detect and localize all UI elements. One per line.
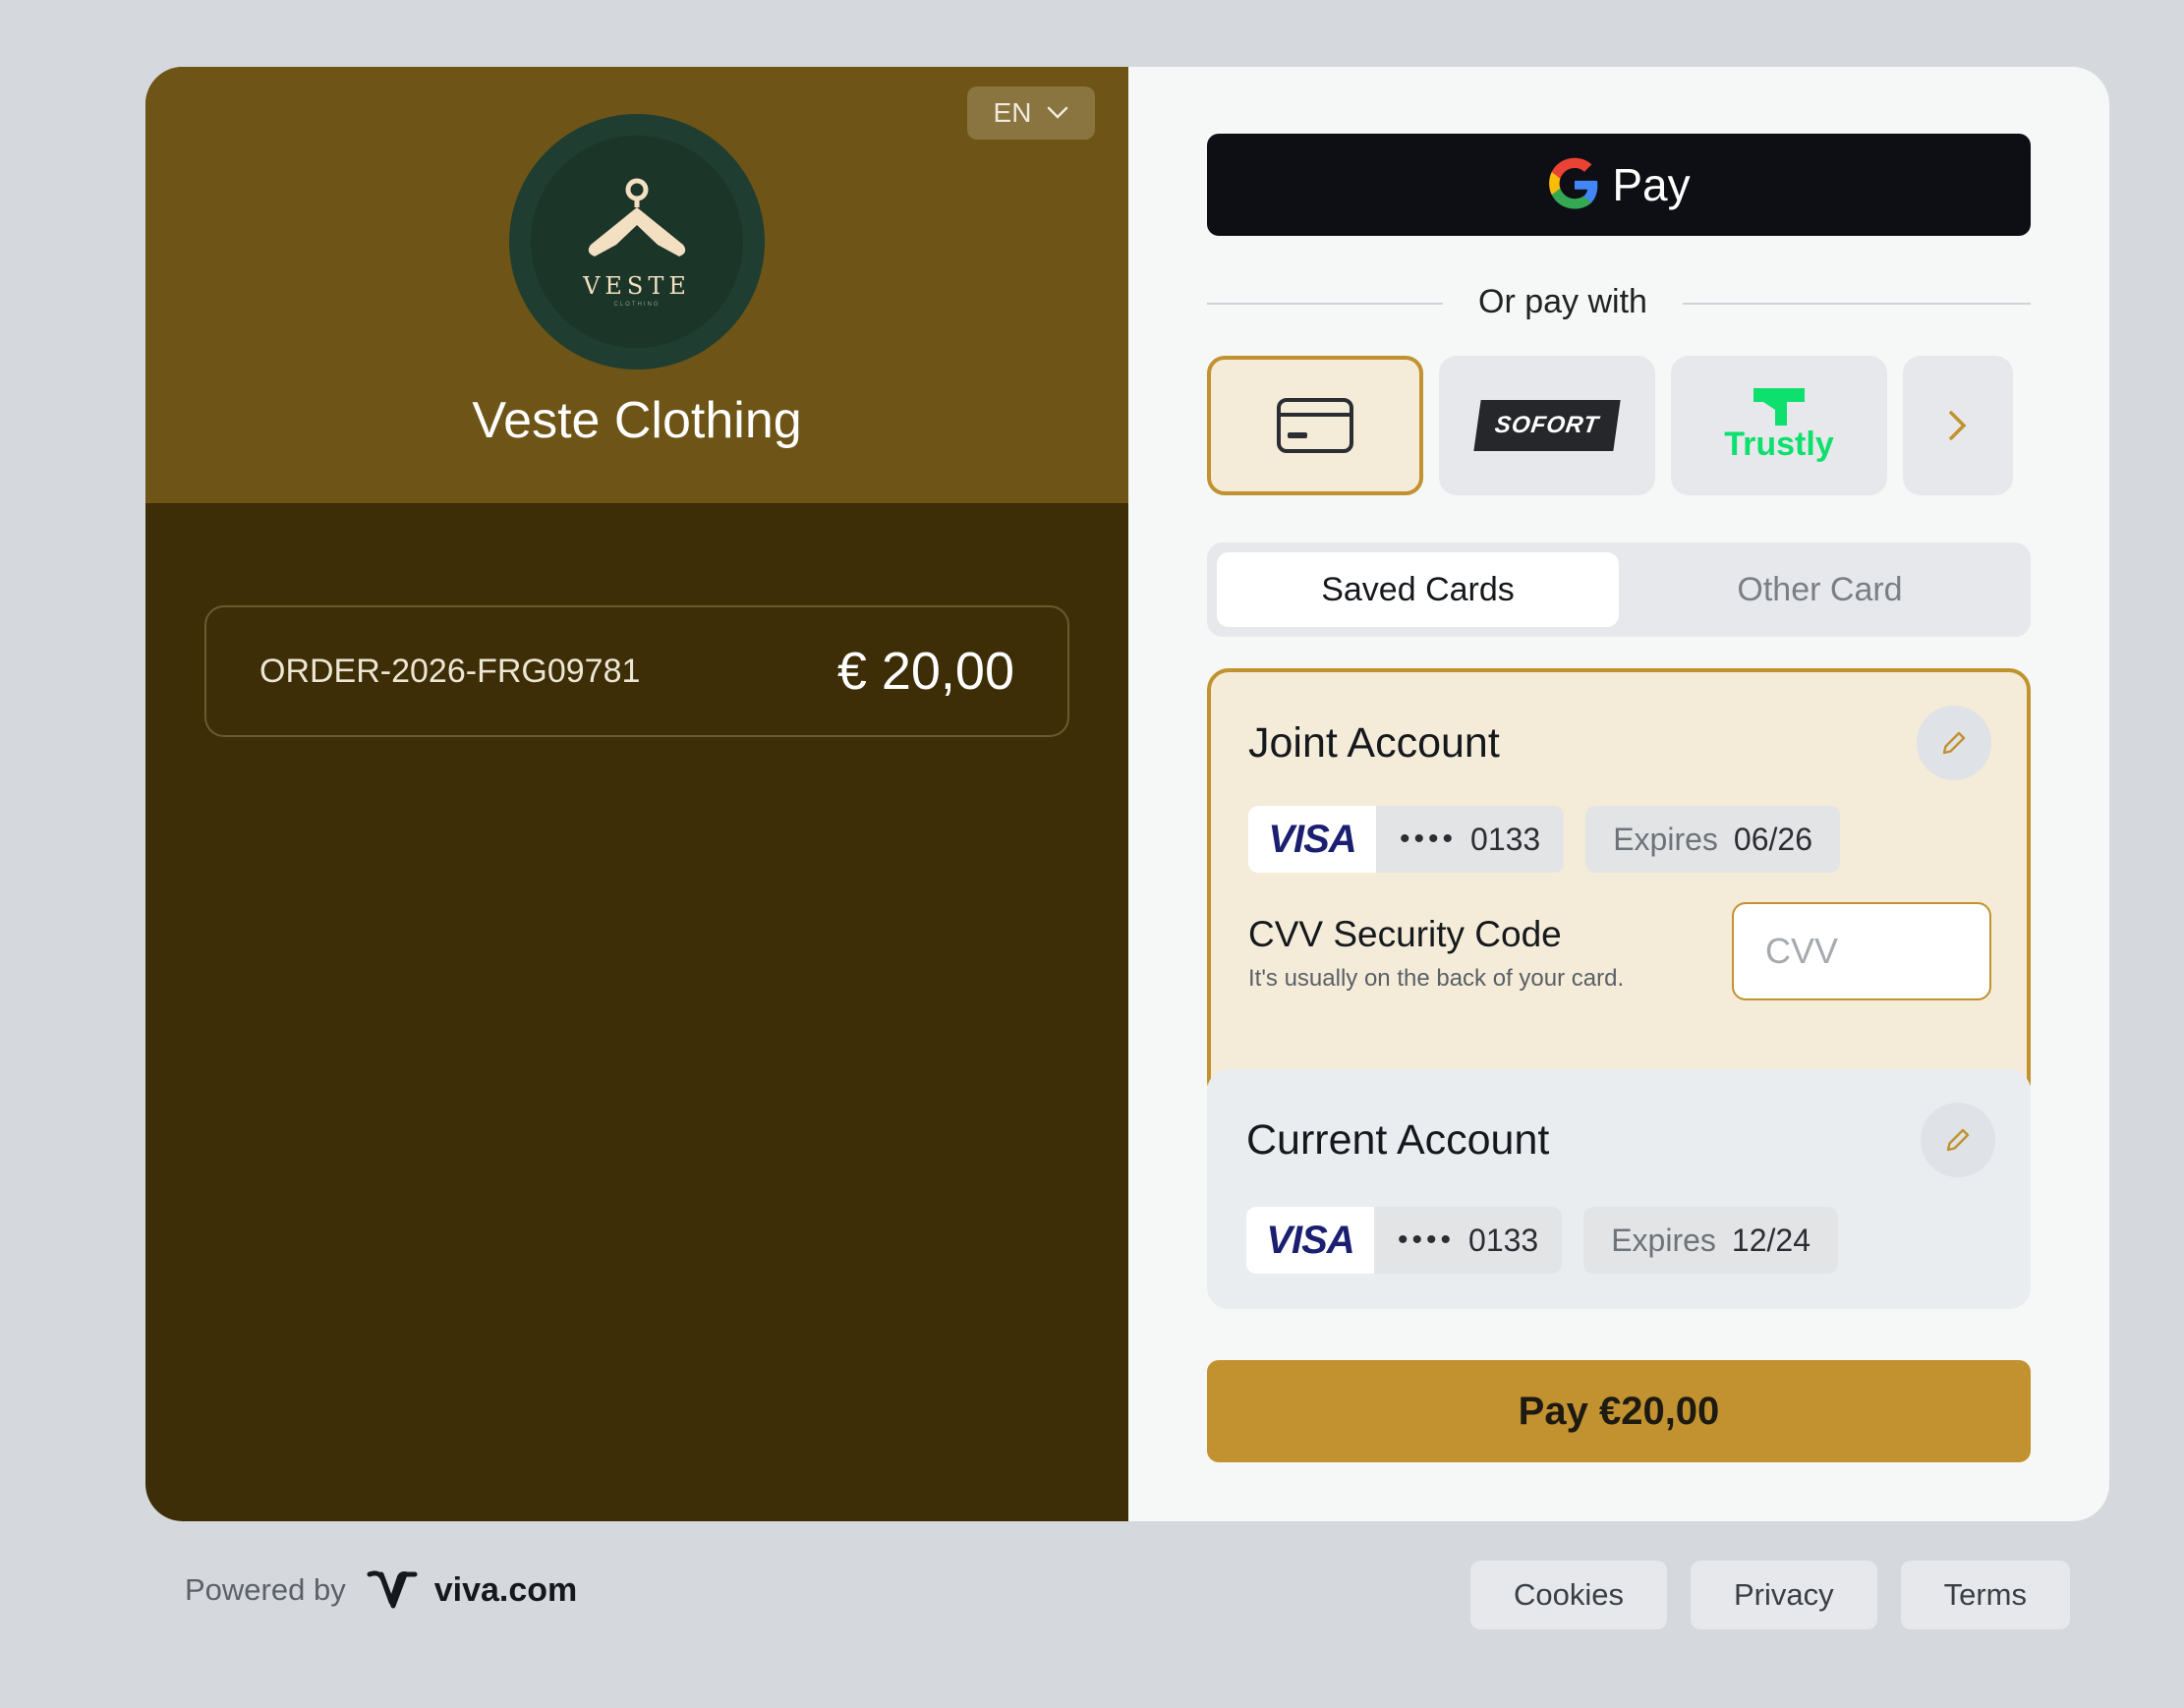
saved-card-current-account[interactable]: Current Account VISA •••• 0133 Expires 1… bbox=[1207, 1069, 2031, 1309]
masked-dots: •••• bbox=[1398, 1224, 1456, 1256]
expiry-pill: Expires 06/26 bbox=[1585, 806, 1840, 873]
pencil-icon bbox=[1942, 731, 1966, 755]
card-tabs: Saved Cards Other Card bbox=[1207, 542, 2031, 637]
footer-links: Cookies Privacy Terms bbox=[1469, 1561, 2070, 1629]
expires-label: Expires bbox=[1611, 1222, 1716, 1258]
pay-button[interactable]: Pay €20,00 bbox=[1207, 1360, 2031, 1462]
cvv-hint: It's usually on the back of your card. bbox=[1248, 965, 1625, 992]
checkout-card: EN VESTE CLOTHING Veste Clothing ORDER-2… bbox=[145, 67, 2109, 1521]
logo-subtext: CLOTHING bbox=[613, 302, 661, 308]
merchant-name: Veste Clothing bbox=[472, 392, 802, 449]
cvv-input[interactable] bbox=[1732, 902, 1991, 1000]
google-g-icon bbox=[1549, 157, 1598, 209]
masked-dots: •••• bbox=[1400, 823, 1458, 855]
order-id: ORDER-2026-FRG09781 bbox=[259, 652, 641, 690]
trustly-label: Trustly bbox=[1724, 425, 1834, 463]
card-last4: 0133 bbox=[1468, 1222, 1539, 1258]
sofort-logo: SOFORT bbox=[1473, 400, 1621, 451]
expires-value: 06/26 bbox=[1733, 821, 1812, 857]
expires-label: Expires bbox=[1613, 821, 1718, 857]
powered-by: Powered by viva.com bbox=[185, 1568, 577, 1612]
expires-value: 12/24 bbox=[1731, 1222, 1810, 1258]
tab-other-card[interactable]: Other Card bbox=[1619, 552, 2021, 627]
visa-logo: VISA bbox=[1246, 1207, 1374, 1274]
chevron-right-icon bbox=[1949, 411, 1967, 440]
trustly-icon bbox=[1753, 387, 1805, 426]
credit-card-icon bbox=[1277, 398, 1353, 453]
tab-saved-cards[interactable]: Saved Cards bbox=[1217, 552, 1619, 627]
account-name: Current Account bbox=[1246, 1116, 1550, 1164]
terms-link[interactable]: Terms bbox=[1900, 1561, 2070, 1629]
payment-methods: SOFORT Trustly bbox=[1207, 356, 2013, 495]
merchant-logo: VESTE CLOTHING bbox=[509, 114, 765, 370]
card-number-pill: VISA •••• 0133 bbox=[1246, 1207, 1563, 1274]
method-more[interactable] bbox=[1903, 356, 2013, 495]
privacy-link[interactable]: Privacy bbox=[1690, 1561, 1877, 1629]
edit-card-button[interactable] bbox=[1917, 706, 1991, 780]
cookies-link[interactable]: Cookies bbox=[1469, 1561, 1667, 1629]
expiry-pill: Expires 12/24 bbox=[1583, 1207, 1838, 1274]
hanger-icon bbox=[588, 178, 686, 256]
viva-logo-icon bbox=[367, 1570, 418, 1609]
viva-brand-label: viva.com bbox=[433, 1570, 578, 1609]
account-name: Joint Account bbox=[1248, 719, 1500, 767]
card-last4: 0133 bbox=[1470, 821, 1541, 857]
language-label: EN bbox=[993, 97, 1032, 128]
visa-logo: VISA bbox=[1248, 806, 1376, 873]
method-card[interactable] bbox=[1207, 356, 1423, 495]
chevron-down-icon bbox=[1048, 106, 1068, 119]
or-pay-with-divider: Or pay with bbox=[1207, 283, 2031, 322]
merchant-header: EN VESTE CLOTHING Veste Clothing bbox=[145, 67, 1128, 503]
divider-text: Or pay with bbox=[1478, 283, 1647, 320]
edit-card-button[interactable] bbox=[1921, 1103, 1995, 1177]
method-trustly[interactable]: Trustly bbox=[1671, 356, 1887, 495]
order-amount: € 20,00 bbox=[836, 642, 1014, 701]
google-pay-label: Pay bbox=[1612, 159, 1691, 210]
language-selector[interactable]: EN bbox=[967, 86, 1095, 140]
google-pay-button[interactable]: Pay bbox=[1207, 134, 2031, 236]
payment-panel: Pay Or pay with SOFORT Trustly Saved Car… bbox=[1128, 67, 2109, 1521]
cvv-title: CVV Security Code bbox=[1248, 914, 1562, 954]
method-sofort[interactable]: SOFORT bbox=[1439, 356, 1655, 495]
card-number-pill: VISA •••• 0133 bbox=[1248, 806, 1565, 873]
order-summary: ORDER-2026-FRG09781 € 20,00 bbox=[204, 605, 1069, 737]
pencil-icon bbox=[1946, 1128, 1970, 1152]
powered-by-label: Powered by bbox=[185, 1572, 346, 1607]
saved-card-joint-account[interactable]: Joint Account VISA •••• 0133 Expires 06/… bbox=[1207, 668, 2031, 1103]
logo-text: VESTE bbox=[583, 272, 691, 300]
viva-brand[interactable]: viva.com bbox=[366, 1568, 578, 1612]
merchant-panel: EN VESTE CLOTHING Veste Clothing ORDER-2… bbox=[145, 67, 1128, 1521]
